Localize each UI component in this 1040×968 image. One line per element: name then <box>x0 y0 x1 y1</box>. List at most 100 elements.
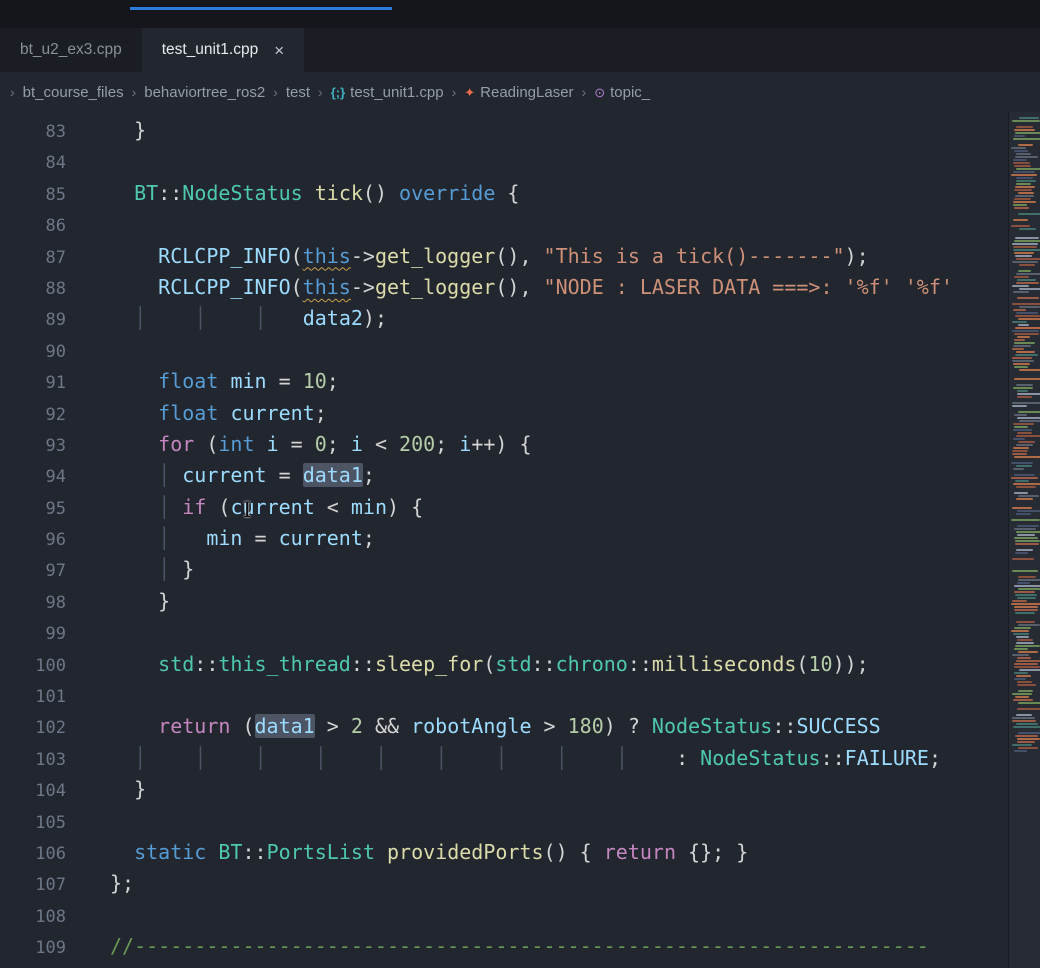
minimap-row <box>1017 279 1036 281</box>
minimap-row <box>1015 612 1034 614</box>
breadcrumb-item-folder[interactable]: test <box>286 84 310 101</box>
code-line[interactable]: 104 } <box>0 774 1040 805</box>
line-number[interactable]: 88 <box>0 274 66 305</box>
code-line[interactable]: 107}; <box>0 868 1040 899</box>
line-number[interactable]: 98 <box>0 588 66 619</box>
code-line[interactable]: 97 │ } <box>0 554 1040 585</box>
minimap-row <box>1017 336 1030 338</box>
code-line[interactable]: 88 RCLCPP_INFO(this->get_logger(), "NODE… <box>0 272 1040 303</box>
code-token: min <box>206 526 242 550</box>
code-token: ( <box>483 652 495 676</box>
code-line[interactable]: 83 } <box>0 115 1040 146</box>
tab-bt_u2_ex3[interactable]: bt_u2_ex3.cpp <box>0 28 142 72</box>
breadcrumb-item-folder[interactable]: behaviortree_ros2 <box>144 84 265 101</box>
code-editor[interactable]: 83 }8485 BT::NodeStatus tick() override … <box>0 112 1040 968</box>
minimap-row <box>1011 519 1039 521</box>
line-number[interactable]: 83 <box>0 117 66 148</box>
code-text: │ if (current < min) { <box>110 495 423 519</box>
minimap-row <box>1012 120 1040 122</box>
code-token <box>218 369 230 393</box>
code-line[interactable]: 101 <box>0 680 1040 711</box>
line-number[interactable]: 100 <box>0 651 66 682</box>
code-line[interactable]: 95 │ if (current < min) { <box>0 492 1040 523</box>
minimap-row <box>1012 285 1029 287</box>
code-token: ; <box>363 526 375 550</box>
line-number[interactable]: 86 <box>0 211 66 242</box>
code-line[interactable]: 106 static BT::PortsList providedPorts()… <box>0 837 1040 868</box>
line-number[interactable]: 90 <box>0 337 66 368</box>
code-line[interactable]: 92 float current; <box>0 398 1040 429</box>
line-number[interactable]: 99 <box>0 619 66 650</box>
line-number[interactable]: 91 <box>0 368 66 399</box>
code-line[interactable]: 96 │ min = current; <box>0 523 1040 554</box>
code-token: < <box>315 495 351 519</box>
code-token: if <box>182 495 206 519</box>
line-number[interactable]: 85 <box>0 180 66 211</box>
line-number[interactable]: 96 <box>0 525 66 556</box>
code-token: //--------------------------------------… <box>110 934 929 958</box>
minimap[interactable] <box>1008 112 1040 968</box>
minimap-row <box>1013 201 1036 203</box>
breadcrumb-item-class[interactable]: ✦ ReadingLaser <box>464 84 573 101</box>
code-line[interactable]: 108 <box>0 900 1040 931</box>
minimap-row <box>1011 618 1039 620</box>
code-text: } <box>110 589 170 613</box>
line-number[interactable]: 104 <box>0 776 66 807</box>
code-line[interactable]: 93 for (int i = 0; i < 200; i++) { <box>0 429 1040 460</box>
line-number[interactable]: 89 <box>0 305 66 336</box>
code-token: = <box>279 432 315 456</box>
code-line[interactable]: 102 return (data1 > 2 && robotAngle > 18… <box>0 711 1040 742</box>
code-token: │ <box>134 306 194 330</box>
code-line[interactable]: 99 <box>0 617 1040 648</box>
code-token: (), <box>495 244 543 268</box>
line-number[interactable]: 102 <box>0 713 66 744</box>
line-number[interactable]: 105 <box>0 808 66 839</box>
code-line[interactable]: 84 <box>0 146 1040 177</box>
breadcrumb-item-symbol[interactable]: ⊙ topic_ <box>594 84 650 101</box>
minimap-row <box>1016 513 1031 515</box>
line-number[interactable]: 87 <box>0 243 66 274</box>
line-number[interactable]: 107 <box>0 870 66 901</box>
line-number[interactable]: 101 <box>0 682 66 713</box>
line-number[interactable]: 103 <box>0 745 66 776</box>
line-number[interactable]: 95 <box>0 494 66 525</box>
line-number[interactable]: 84 <box>0 148 66 179</box>
code-token: │ <box>495 746 555 770</box>
close-icon[interactable]: × <box>274 42 284 59</box>
code-line[interactable]: 85 BT::NodeStatus tick() override { <box>0 178 1040 209</box>
minimap-row <box>1018 318 1040 320</box>
code-line[interactable]: 94 │ current = data1; <box>0 460 1040 491</box>
code-token: ( <box>206 495 230 519</box>
breadcrumb-item-file[interactable]: {;} test_unit1.cpp <box>331 84 444 101</box>
line-number[interactable]: 106 <box>0 839 66 870</box>
minimap-row <box>1016 282 1039 284</box>
code-token: (), <box>495 275 543 299</box>
code-token: return <box>158 714 230 738</box>
code-token <box>170 526 206 550</box>
code-line[interactable]: 105 <box>0 806 1040 837</box>
code-token: get_logger <box>375 244 495 268</box>
code-line[interactable]: 90 <box>0 335 1040 366</box>
line-number[interactable]: 92 <box>0 400 66 431</box>
minimap-row <box>1013 726 1040 728</box>
minimap-row <box>1011 687 1039 689</box>
line-number[interactable]: 109 <box>0 933 66 964</box>
code-line[interactable]: 89 │ │ │ data2); <box>0 303 1040 334</box>
minimap-row <box>1014 198 1031 200</box>
code-line[interactable]: 87 RCLCPP_INFO(this->get_logger(), "This… <box>0 241 1040 272</box>
line-number[interactable]: 93 <box>0 431 66 462</box>
line-number[interactable]: 108 <box>0 902 66 933</box>
code-line[interactable]: 103 │ │ │ │ │ │ │ │ │ : NodeStatus::FAIL… <box>0 743 1040 774</box>
line-number[interactable]: 94 <box>0 462 66 493</box>
breadcrumb-item-folder[interactable]: bt_course_files <box>23 84 124 101</box>
code-token: :: <box>531 652 555 676</box>
code-line[interactable]: 86 <box>0 209 1040 240</box>
code-token: │ <box>255 746 315 770</box>
code-line[interactable]: 98 } <box>0 586 1040 617</box>
tab-test_unit1[interactable]: test_unit1.cpp × <box>142 28 304 72</box>
code-line[interactable]: 100 std::this_thread::sleep_for(std::chr… <box>0 649 1040 680</box>
code-line[interactable]: 109 //-----------------------------------… <box>0 931 1040 962</box>
minimap-row <box>1016 498 1032 500</box>
code-line[interactable]: 91 float min = 10; <box>0 366 1040 397</box>
line-number[interactable]: 97 <box>0 556 66 587</box>
